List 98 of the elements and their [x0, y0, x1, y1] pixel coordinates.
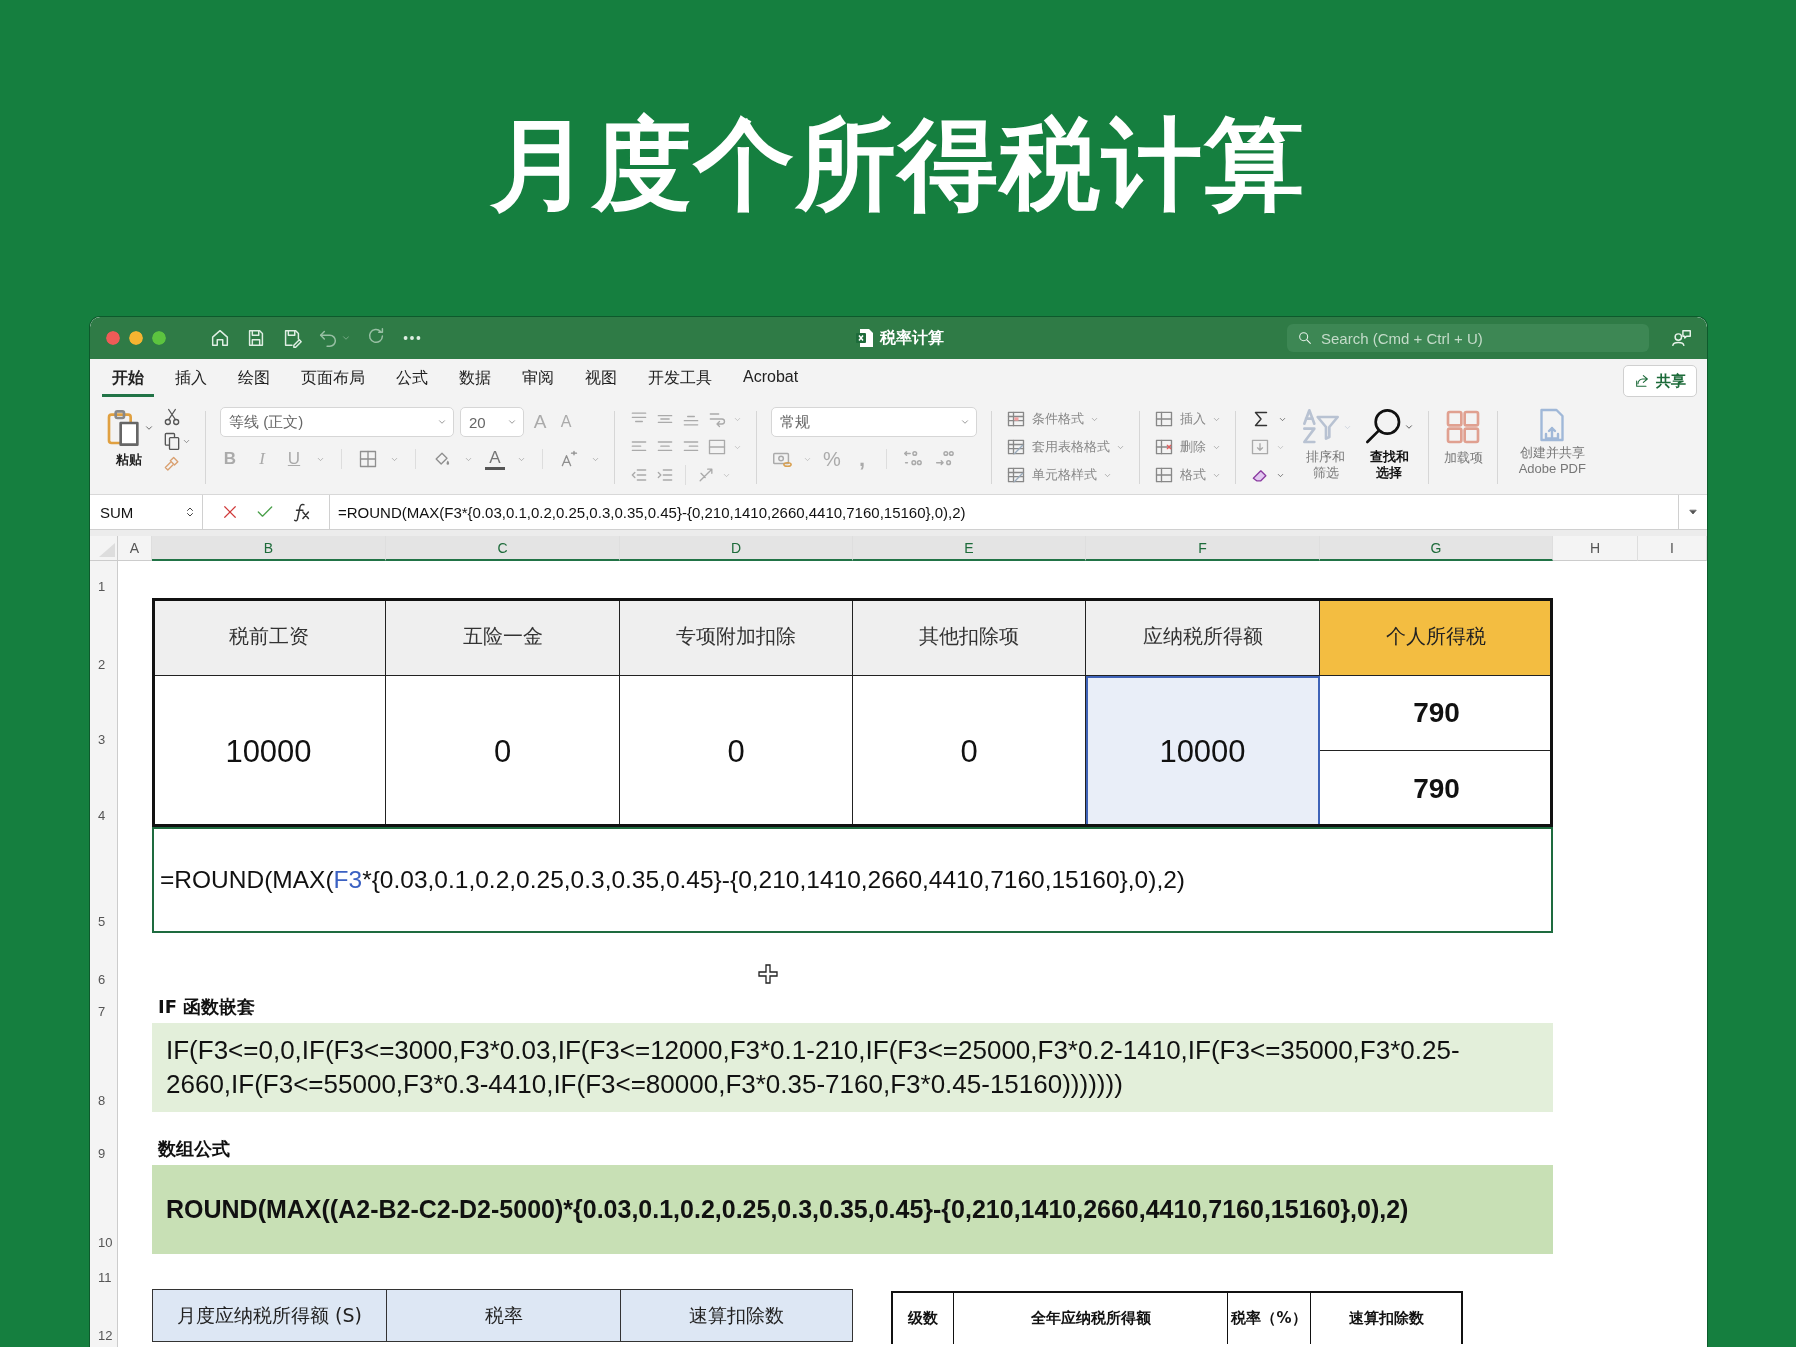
minimize-button[interactable] [129, 331, 143, 345]
header-cell: 应纳税所得额 [1086, 598, 1320, 676]
column-header[interactable]: G [1320, 536, 1553, 561]
ribbon-tab[interactable]: 插入 [165, 361, 217, 397]
row-number[interactable]: 5 [98, 914, 106, 929]
find-select-label[interactable]: 查找和选择 [1368, 449, 1410, 481]
row-number[interactable]: 2 [98, 657, 106, 672]
row-number[interactable]: 6 [98, 972, 106, 987]
headline: 月度个所得税计算 [490, 112, 1306, 217]
close-button[interactable] [106, 331, 120, 345]
table-format-icon[interactable] [1006, 437, 1026, 457]
share-icon[interactable] [1634, 373, 1650, 389]
sort-filter-label[interactable]: 排序和筛选 [1304, 449, 1347, 481]
phonetic-guide-icon[interactable] [559, 449, 579, 469]
delete-cells-icon[interactable] [1154, 437, 1174, 457]
merge-cells-icon[interactable] [707, 437, 727, 457]
header-cell: 速算扣除数 [620, 1289, 853, 1342]
zoom-button[interactable] [152, 331, 166, 345]
collaborate-icon[interactable] [1671, 327, 1693, 349]
header-cell: 税率 [386, 1289, 620, 1342]
row-number[interactable]: 12 [98, 1328, 113, 1343]
header-cell: 税前工资 [152, 598, 386, 676]
row-number[interactable]: 4 [98, 808, 106, 823]
add-ins-label[interactable]: 加载项 [1443, 449, 1483, 467]
format-cells-icon[interactable] [1154, 465, 1174, 485]
home-icon[interactable] [209, 327, 231, 349]
font-color-button[interactable]: A [485, 448, 505, 470]
window-title: 税率计算 [879, 327, 944, 348]
row-number[interactable]: 8 [98, 1093, 106, 1108]
formula-text-cell: ROUND(MAX((A2-B2-C2-D2-5000)*{0.03,0.1,0.2,0.25,0.3,0.35,0.45}-{0,210,1410,2660,4410,7160,15160},0),2) [152, 1165, 1553, 1254]
row-number[interactable]: 3 [98, 732, 106, 747]
fill-down-icon[interactable] [1250, 437, 1270, 457]
formula-text-cell: IF(F3<=0,0,IF(F3<=3000,F3*0.03,IF(F3<=12000,F3*0.1-210,IF(F3<=25000,F3*0.2-1410,IF(F3<=35000,F3*0.25-2660,IF(F3<=55000,F3*0.3-4410,IF(F3<=80000,F3*0.35-7160,F3*0.45-15160))))))) [152, 1023, 1553, 1112]
column-header[interactable]: C [386, 536, 620, 561]
column-header[interactable]: I [1638, 536, 1707, 561]
header-cell: 月度应纳税所得额 (S) [152, 1289, 386, 1342]
cells-item[interactable]: 删除 [1154, 437, 1221, 457]
column-header[interactable]: F [1086, 536, 1320, 561]
section-title: IF 函数嵌套 [157, 995, 257, 1019]
search-field[interactable]: Search (Cmd + Ctrl + U) [1287, 324, 1649, 352]
header-cell: 其他扣除项 [853, 598, 1086, 676]
caret-icon[interactable] [960, 417, 970, 427]
caret-icon[interactable] [437, 417, 447, 427]
ribbon-tab[interactable]: 开发工具 [638, 361, 722, 397]
ribbon-tab[interactable]: Acrobat [733, 361, 809, 397]
number-format-dropdown[interactable]: 常规 [771, 407, 977, 437]
cell-style-icon[interactable] [1006, 465, 1026, 485]
insert-cells-icon[interactable] [1154, 409, 1174, 429]
cancel-icon[interactable] [221, 503, 239, 521]
conditional-format-icon[interactable] [1006, 409, 1026, 429]
column-header[interactable]: H [1553, 536, 1638, 561]
formula-text[interactable]: =ROUND(MAX(F3*{0.03,0.1,0.2,0.25,0.3,0.35,0.45}-{0,210,1410,2660,4410,7160,15160},0),2) [338, 503, 966, 521]
header-cell-text: 速算扣除数 [1347, 1308, 1425, 1329]
table-cell: 10000 [152, 676, 386, 827]
row-number[interactable]: 1 [98, 579, 106, 594]
row-number[interactable]: 11 [98, 1270, 112, 1285]
column-header[interactable]: B [152, 536, 386, 561]
font-name-dropdown[interactable]: 等线 (正文) [220, 407, 454, 437]
caret-icon[interactable] [507, 417, 517, 427]
cut-icon[interactable] [162, 407, 182, 427]
table-cell: 790 [1320, 676, 1553, 751]
ribbon-tab[interactable]: 页面布局 [291, 361, 375, 397]
table-cell: 0 [386, 676, 620, 827]
table-cell: 10000 [1086, 676, 1320, 827]
ribbon-tab[interactable]: 审阅 [512, 361, 564, 397]
row-number[interactable]: 9 [98, 1146, 106, 1161]
header-cell: 专项附加扣除 [620, 598, 853, 676]
header-cell: 个人所得税 [1320, 598, 1553, 676]
header-cell: 五险一金 [386, 598, 620, 676]
ribbon-tab[interactable]: 视图 [575, 361, 627, 397]
section-title: 数组公式 [157, 1137, 231, 1161]
table-cell: 0 [620, 676, 853, 827]
adobe-pdf-label[interactable]: 创建并共享 Adobe PDF [1512, 445, 1593, 477]
column-header[interactable]: D [620, 536, 853, 561]
cells-item[interactable]: 插入 [1154, 409, 1221, 429]
column-header[interactable]: E [853, 536, 1086, 561]
header-cell: 税率（%） [1228, 1293, 1311, 1344]
row-number[interactable]: 7 [98, 1004, 106, 1019]
column-header[interactable]: A [118, 536, 152, 561]
paste-label[interactable]: 粘贴 [116, 451, 142, 469]
document-icon [855, 328, 874, 348]
header-cell: 级数 [893, 1293, 954, 1344]
row-number[interactable]: 10 [98, 1235, 113, 1250]
table-cell: 790 [1320, 751, 1553, 827]
share-button[interactable]: 共享 [1623, 365, 1697, 397]
caret-icon[interactable] [144, 423, 154, 433]
caret-icon[interactable] [341, 333, 351, 343]
name-box[interactable]: SUM [100, 503, 134, 521]
ribbon-tab[interactable]: 绘图 [228, 361, 280, 397]
formula-cell[interactable]: =ROUND(MAX(F3*{0.03,0.1,0.2,0.25,0.3,0.35,0.45}-{0,210,1410,2660,4410,7160,15160},0),2) [152, 827, 1553, 933]
ribbon-tab[interactable]: 数据 [449, 361, 501, 397]
font-size-dropdown[interactable]: 20 [460, 407, 524, 437]
cursor-icon [758, 964, 778, 984]
header-cell: 全年应纳税所得额 [954, 1293, 1228, 1344]
caret-icon[interactable] [1404, 422, 1414, 432]
borders-icon[interactable] [358, 449, 378, 469]
ribbon-tab[interactable]: 公式 [386, 361, 438, 397]
copy-icon[interactable] [162, 431, 182, 451]
